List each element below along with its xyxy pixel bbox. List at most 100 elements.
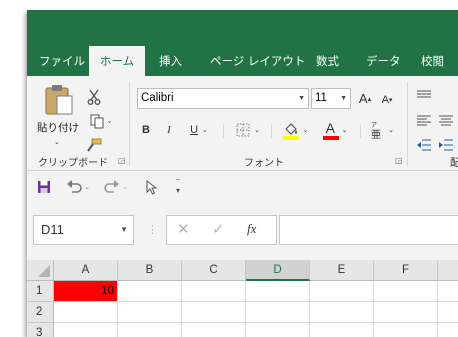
save-button[interactable] xyxy=(35,178,53,196)
column-header-d[interactable]: D xyxy=(246,260,310,281)
tab-file[interactable]: ファイル xyxy=(39,46,85,76)
align-left-button[interactable] xyxy=(415,112,433,130)
tab-page-layout[interactable]: ページ レイアウト xyxy=(210,46,305,76)
formula-bar-grip: ⋮ xyxy=(147,223,158,236)
cell-c3[interactable] xyxy=(182,323,246,337)
fill-color-icon xyxy=(282,123,299,140)
row-header-2[interactable]: 2 xyxy=(27,302,54,323)
customize-qat-button[interactable]: ‾ ▾ xyxy=(171,179,185,195)
cell-g1[interactable] xyxy=(438,281,458,302)
tab-insert[interactable]: 挿入 xyxy=(159,46,182,76)
svg-text:ア: ア xyxy=(371,122,377,129)
cell-d2[interactable] xyxy=(246,302,310,323)
cell-f1[interactable] xyxy=(374,281,438,302)
cell-g2[interactable] xyxy=(438,302,458,323)
name-box[interactable]: D11 ▼ xyxy=(33,215,134,245)
name-box-value: D11 xyxy=(41,222,64,237)
align-top-button[interactable] xyxy=(415,86,433,104)
underline-button[interactable]: U ⌄ xyxy=(184,120,214,140)
cell-b1[interactable] xyxy=(118,281,182,302)
cell-f3[interactable] xyxy=(374,323,438,337)
increase-indent-button[interactable] xyxy=(437,136,455,154)
formula-buttons: ✕ ✓ fx xyxy=(166,215,277,245)
format-painter-icon xyxy=(87,138,102,152)
undo-icon xyxy=(67,180,82,193)
cut-button[interactable] xyxy=(85,88,103,106)
pointer-icon xyxy=(146,179,158,195)
cancel-icon[interactable]: ✕ xyxy=(177,220,190,238)
row-header-3[interactable]: 3 xyxy=(27,323,54,337)
excel-window: ファイル ホーム 挿入 ページ レイアウト 数式 データ 校閲 貼り付け ⌄ ⌄… xyxy=(27,10,458,337)
column-header-c[interactable]: C xyxy=(182,260,246,281)
italic-button[interactable]: I xyxy=(160,120,178,140)
worksheet-grid: A B C D E F 1 2 3 10 xyxy=(27,260,458,337)
cell-a2[interactable] xyxy=(54,302,118,323)
paste-button[interactable]: 貼り付け ⌄ xyxy=(35,82,81,152)
column-header-e[interactable]: E xyxy=(310,260,374,281)
tab-formulas[interactable]: 数式 xyxy=(316,46,339,76)
row-header-1[interactable]: 1 xyxy=(27,281,54,302)
cell-a3[interactable] xyxy=(54,323,118,337)
chevron-down-icon: ⌄ xyxy=(254,126,260,134)
column-header-next[interactable] xyxy=(438,260,458,281)
shrink-font-button[interactable]: A ▾ xyxy=(378,89,396,110)
tab-data[interactable]: データ xyxy=(366,46,401,76)
column-header-f[interactable]: F xyxy=(374,260,438,281)
toolbar-separator xyxy=(360,124,361,138)
undo-button[interactable]: ⌄ xyxy=(63,177,93,197)
customize-icon: ‾ ▾ xyxy=(175,178,180,195)
decrease-indent-button[interactable] xyxy=(415,136,433,154)
cell-e1[interactable] xyxy=(310,281,374,302)
format-painter-button[interactable] xyxy=(85,136,103,154)
insert-function-button[interactable]: fx xyxy=(247,221,256,237)
tab-home[interactable]: ホーム xyxy=(89,46,145,76)
formula-bar: D11 ▼ ⋮ ✕ ✓ fx xyxy=(27,203,458,260)
cell-d1[interactable] xyxy=(246,281,310,302)
toolbar-separator xyxy=(271,124,272,138)
bold-button[interactable]: B xyxy=(137,120,155,140)
tab-review[interactable]: 校閲 xyxy=(421,46,444,76)
cut-icon xyxy=(87,89,101,105)
cell-b3[interactable] xyxy=(118,323,182,337)
redo-button[interactable]: ⌄ xyxy=(101,177,131,197)
column-header-a[interactable]: A xyxy=(54,260,118,281)
cell-g3[interactable] xyxy=(438,323,458,337)
dialog-launcher-icon[interactable]: ◲ xyxy=(395,156,403,165)
grow-font-button[interactable]: A ▴ xyxy=(356,88,374,109)
cell-f2[interactable] xyxy=(374,302,438,323)
borders-button[interactable]: ⌄ xyxy=(231,120,265,140)
cell-c2[interactable] xyxy=(182,302,246,323)
align-icon xyxy=(417,115,431,126)
font-color-button[interactable]: A ⌄ xyxy=(317,118,353,142)
ribbon-home: 貼り付け ⌄ ⌄ クリップボード ◲ Calibri ▼ 11 ▼ A ▴ A … xyxy=(27,76,458,171)
cell-c1[interactable] xyxy=(182,281,246,302)
shrink-font-icon: A xyxy=(381,93,389,106)
select-all-button[interactable] xyxy=(27,260,54,281)
font-name-value: Calibri xyxy=(141,92,174,104)
copy-icon xyxy=(90,114,104,128)
chevron-down-icon: ⌄ xyxy=(84,183,90,191)
cell-a1[interactable]: 10 xyxy=(54,281,118,302)
font-size-select[interactable]: 11 ▼ xyxy=(311,88,351,109)
clipboard-group-label: クリップボード xyxy=(38,158,108,169)
copy-button[interactable]: ⌄ xyxy=(84,112,118,130)
dialog-launcher-icon[interactable]: ◲ xyxy=(118,156,126,165)
paste-label: 貼り付け xyxy=(37,122,79,134)
cell-e3[interactable] xyxy=(310,323,374,337)
formula-input[interactable] xyxy=(279,215,458,245)
cell-b2[interactable] xyxy=(118,302,182,323)
cell-e2[interactable] xyxy=(310,302,374,323)
cell-d3[interactable] xyxy=(246,323,310,337)
italic-icon: I xyxy=(167,124,171,136)
font-name-select[interactable]: Calibri ▼ xyxy=(137,88,309,109)
fill-color-button[interactable]: ⌄ xyxy=(277,118,313,142)
chevron-down-icon: ⌄ xyxy=(122,183,128,191)
enter-icon[interactable]: ✓ xyxy=(212,220,225,238)
align-center-button[interactable] xyxy=(437,112,455,130)
select-objects-button[interactable] xyxy=(143,177,161,197)
chevron-down-icon: ⌄ xyxy=(202,127,208,134)
phonetic-button[interactable]: ア 亜 ⌄ xyxy=(366,118,398,142)
select-all-icon xyxy=(38,265,50,277)
chevron-down-icon: ▼ xyxy=(340,95,347,102)
column-header-b[interactable]: B xyxy=(118,260,182,281)
